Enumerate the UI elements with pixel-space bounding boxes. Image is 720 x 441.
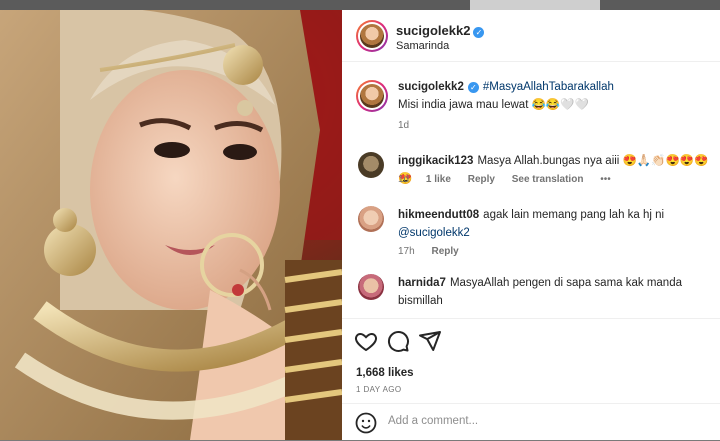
reply-button[interactable]: Reply — [431, 246, 458, 257]
verified-icon: ✓ — [473, 27, 485, 38]
author-username[interactable]: sucigolekk2 — [396, 23, 470, 38]
comment-meta: 1d 1 like Reply See translation ••• — [398, 174, 625, 185]
commenter-avatar[interactable] — [358, 206, 384, 232]
post-date[interactable]: 1 DAY AGO — [356, 385, 402, 394]
comment-likes[interactable]: 1 like — [426, 174, 451, 185]
likes-count[interactable]: 1,668 likes — [356, 367, 414, 379]
see-translation-link[interactable]: See translation — [512, 174, 584, 185]
caption-meta: 1d — [398, 120, 423, 131]
add-comment-input[interactable]: Add a comment... — [388, 415, 478, 427]
comment-username[interactable]: inggikacik123 — [398, 155, 473, 167]
comment-text-block: harnida7 MasyaAllah pengen di sapa sama k… — [398, 274, 710, 310]
caption-avatar[interactable] — [356, 80, 388, 112]
caption-username[interactable]: sucigolekk2 — [398, 81, 464, 93]
post-header: sucigolekk2 ✓ Samarinda — [342, 10, 720, 62]
comment-age[interactable]: 17h — [398, 246, 415, 257]
comment-meta: 17h Reply — [398, 246, 473, 257]
caption-text-block: sucigolekk2 ✓ #MasyaAllahTabarakallah Misi… — [398, 78, 710, 114]
author-avatar[interactable] — [356, 20, 388, 52]
comment-icon[interactable] — [386, 329, 410, 353]
post-dialog: sucigolekk2 ✓ Samarinda sucigolekk2 ✓ #Masy… — [0, 10, 720, 440]
heart-icon[interactable] — [354, 329, 378, 353]
bride-photo-illustration — [0, 10, 342, 440]
comment-username[interactable]: hikmeendutt08 — [398, 209, 479, 221]
comment-text-block: hikmeendutt08 agak lain memang pang lah k… — [398, 206, 710, 242]
verified-icon: ✓ — [467, 82, 479, 93]
emoji-icon[interactable] — [354, 411, 378, 435]
caption-text: Misi india jawa mau lewat 😂😂🤍🤍 — [398, 99, 589, 111]
comment-username[interactable]: harnida7 — [398, 277, 446, 289]
caption-age[interactable]: 1d — [398, 120, 409, 131]
post-location[interactable]: Samarinda — [396, 40, 449, 52]
add-comment-bar: Add a comment... — [342, 403, 720, 441]
post-actions: 1,668 likes 1 DAY AGO Add a comment... — [342, 318, 720, 440]
post-photo[interactable] — [0, 10, 342, 440]
comment-mention[interactable]: @sucigolekk2 — [398, 227, 470, 239]
browser-top-strip — [0, 0, 720, 10]
more-options-icon[interactable]: ••• — [600, 174, 611, 185]
comment-text: agak lain memang pang lah ka hj ni — [483, 209, 665, 221]
comment-age[interactable]: 1d — [398, 174, 409, 185]
reply-button[interactable]: Reply — [468, 174, 495, 185]
commenter-avatar[interactable] — [358, 152, 384, 178]
post-side-panel: sucigolekk2 ✓ Samarinda sucigolekk2 ✓ #Masy… — [342, 10, 720, 440]
caption-hashtag[interactable]: #MasyaAllahTabarakallah — [483, 81, 614, 93]
share-icon[interactable] — [418, 329, 442, 353]
commenter-avatar[interactable] — [358, 274, 384, 300]
author-line: sucigolekk2 ✓ — [396, 22, 485, 40]
